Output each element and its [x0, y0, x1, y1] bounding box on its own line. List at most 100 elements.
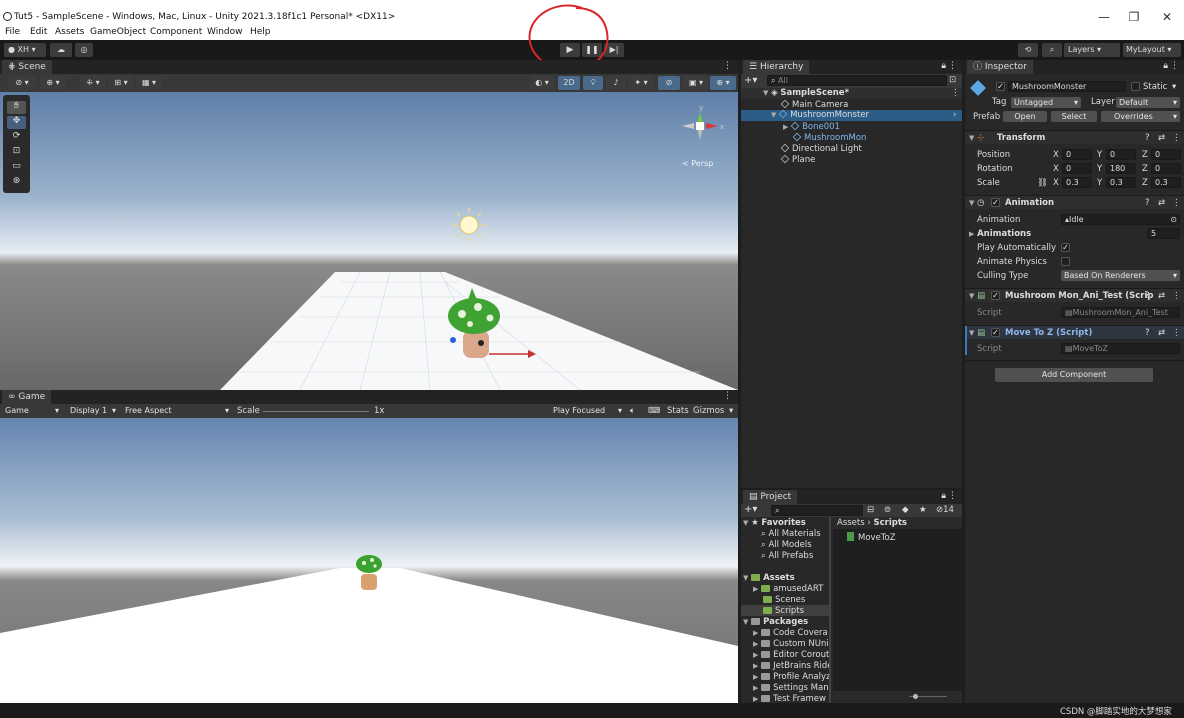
- game-viewport[interactable]: [0, 418, 738, 703]
- add-icon[interactable]: +▾: [744, 75, 757, 86]
- stats-button[interactable]: Stats: [667, 406, 689, 416]
- orientation-gizmo[interactable]: y x: [672, 98, 728, 158]
- folder-item[interactable]: Scenes: [763, 595, 805, 605]
- filter-type-icon[interactable]: ⊟: [867, 505, 874, 515]
- rotation-x-field[interactable]: 0: [1062, 163, 1092, 174]
- culling-dropdown[interactable]: Based On Renderers ▾: [1061, 270, 1180, 281]
- static-checkbox[interactable]: [1131, 82, 1140, 91]
- rotation-y-field[interactable]: 180: [1106, 163, 1136, 174]
- hierarchy-item-plane[interactable]: Plane: [780, 154, 815, 165]
- script-file[interactable]: MoveToZ: [847, 532, 896, 543]
- script1-enabled-checkbox[interactable]: ✓: [991, 291, 1000, 300]
- gizmos-dropdown[interactable]: ⊕ ▾: [710, 76, 736, 90]
- hand-tool-icon[interactable]: ✋︎: [7, 101, 26, 114]
- object-name-field[interactable]: MushroomMonster: [1008, 81, 1126, 92]
- package-item[interactable]: ▶ Profile Analyz: [753, 672, 831, 682]
- animation-clip-field[interactable]: ▴Idle ⊙: [1061, 214, 1180, 225]
- help-icon[interactable]: ?: [1145, 328, 1150, 338]
- hierarchy-item-bone001[interactable]: ▶ Bone001: [783, 121, 840, 132]
- preset-icon[interactable]: ⇄: [1158, 133, 1165, 143]
- prefab-overrides-dropdown[interactable]: Overrides ▾: [1101, 111, 1180, 122]
- packages-header[interactable]: ▼ Packages: [743, 617, 808, 627]
- hierarchy-item-directional-light[interactable]: Directional Light: [780, 143, 862, 154]
- animation-enabled-checkbox[interactable]: ✓: [991, 198, 1000, 207]
- animations-label[interactable]: Animations: [977, 229, 1031, 239]
- scale-z-field[interactable]: 0.3: [1151, 177, 1181, 188]
- prefab-select-button[interactable]: Select: [1051, 111, 1097, 122]
- hidden-objects-icon[interactable]: ⊘: [658, 76, 680, 90]
- menu-file[interactable]: File: [5, 27, 20, 37]
- prefab-open-button[interactable]: Open: [1003, 111, 1047, 122]
- position-y-field[interactable]: 0: [1106, 149, 1136, 160]
- increment-snap-dropdown[interactable]: ▦ ▾: [136, 76, 162, 90]
- folder-item-selected[interactable]: Scripts: [741, 605, 831, 616]
- 2d-toggle[interactable]: 2D: [558, 76, 580, 90]
- hierarchy-item-main-camera[interactable]: Main Camera: [780, 99, 848, 110]
- mute-icon[interactable]: 🔈︎: [630, 406, 635, 416]
- position-x-field[interactable]: 0: [1062, 149, 1092, 160]
- preset-icon[interactable]: ⇄: [1158, 328, 1165, 338]
- active-checkbox[interactable]: ✓: [996, 82, 1005, 91]
- menu-component[interactable]: Component: [150, 27, 202, 37]
- script2-enabled-checkbox[interactable]: ✓: [991, 328, 1000, 337]
- package-item[interactable]: ▶ Test Framew: [753, 694, 826, 703]
- lock-icon[interactable]: 🔒︎: [1163, 61, 1168, 71]
- more-icon[interactable]: ⋮: [948, 61, 957, 71]
- favorite-icon[interactable]: ★: [919, 505, 927, 515]
- tab-scene[interactable]: ⋕ Scene: [2, 60, 52, 74]
- add-icon[interactable]: +▾: [744, 504, 757, 515]
- scene-search-icon[interactable]: ⊡: [949, 75, 956, 85]
- breadcrumb-root[interactable]: Assets: [837, 518, 865, 528]
- scene-row[interactable]: ▼ ◈ SampleScene* ⋮: [741, 88, 962, 99]
- menu-edit[interactable]: Edit: [30, 27, 47, 37]
- favorite-item[interactable]: ⌕ All Prefabs: [761, 551, 813, 561]
- folder-item[interactable]: ▶ amusedART: [753, 584, 823, 594]
- breadcrumb-leaf[interactable]: Scripts: [873, 518, 906, 528]
- pivot-dropdown[interactable]: ⁜ ▾: [80, 76, 106, 90]
- effects-dropdown[interactable]: ✦ ▾: [628, 76, 654, 90]
- lighting-icon[interactable]: 💡︎: [583, 76, 603, 90]
- preset-icon[interactable]: ⇄: [1158, 291, 1165, 301]
- aspect-dropdown[interactable]: Free Aspect ▾: [122, 405, 232, 416]
- zoom-slider-handle[interactable]: [913, 694, 918, 699]
- layer-dropdown[interactable]: Default ▾: [1116, 97, 1180, 108]
- position-z-field[interactable]: 0: [1151, 149, 1181, 160]
- link-icon[interactable]: ⛓: [1037, 178, 1048, 188]
- tab-hierarchy[interactable]: ☰ Hierarchy: [743, 60, 810, 74]
- move-tool-icon[interactable]: ✥: [7, 116, 26, 129]
- package-item[interactable]: ▶ Code Covera: [753, 628, 828, 638]
- grid-snap-dropdown[interactable]: ⊞ ▾: [108, 76, 134, 90]
- help-icon[interactable]: ?: [1145, 291, 1150, 301]
- layers-dropdown[interactable]: Layers ▾: [1064, 43, 1120, 57]
- game-mode-dropdown[interactable]: Game ▾: [2, 405, 62, 416]
- transform-header[interactable]: ▼ ⊹ Transform ? ⇄ ⋮: [965, 130, 1184, 144]
- close-button[interactable]: ✕: [1157, 10, 1177, 24]
- menu-assets[interactable]: Assets: [55, 27, 84, 37]
- scale-y-field[interactable]: 0.3: [1106, 177, 1136, 188]
- cloud-icon[interactable]: ☁: [50, 43, 72, 57]
- favorite-item[interactable]: ⌕ All Materials: [761, 529, 821, 539]
- lock-icon[interactable]: 🔒︎: [941, 491, 946, 501]
- gizmos-chevron-icon[interactable]: ▾: [729, 406, 733, 416]
- rotate-tool-icon[interactable]: ⟳: [7, 131, 26, 144]
- add-component-button[interactable]: Add Component: [995, 368, 1153, 382]
- scale-slider[interactable]: [263, 411, 369, 412]
- shading-dropdown[interactable]: ◐ ▾: [530, 76, 554, 90]
- animate-physics-checkbox[interactable]: [1061, 257, 1070, 266]
- help-icon[interactable]: ?: [1145, 133, 1150, 143]
- more-icon[interactable]: ⋮: [723, 391, 732, 401]
- favorites-header[interactable]: ▼ ★ Favorites: [743, 518, 806, 528]
- tab-project[interactable]: ▤ Project: [743, 490, 798, 504]
- account-dropdown[interactable]: ● XH ▾: [4, 43, 46, 57]
- lock-icon[interactable]: 🔒︎: [941, 61, 946, 71]
- package-item[interactable]: ▶ Custom NUni: [753, 639, 829, 649]
- keyboard-icon[interactable]: ⌨: [648, 406, 660, 416]
- package-item[interactable]: ▶ JetBrains Ride: [753, 661, 831, 671]
- hierarchy-item-mushroommonster[interactable]: ▼ MushroomMonster ›: [741, 109, 962, 121]
- animations-count-field[interactable]: 5: [1147, 228, 1180, 239]
- scale-x-field[interactable]: 0.3: [1062, 177, 1092, 188]
- component-menu-icon[interactable]: ⋮: [1172, 291, 1181, 301]
- draw-mode-dropdown[interactable]: ⊘ ▾: [8, 76, 36, 90]
- favorite-item[interactable]: ⌕ All Models: [761, 540, 812, 550]
- menu-gameobject[interactable]: GameObject: [90, 27, 146, 37]
